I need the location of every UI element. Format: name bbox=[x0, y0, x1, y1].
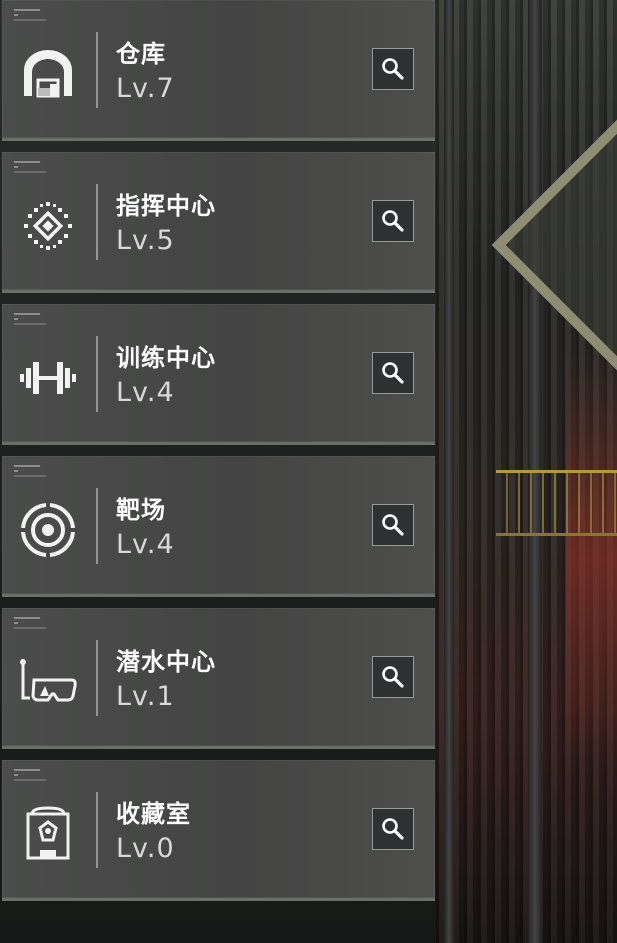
facility-card-command-center[interactable]: 指挥中心 Lv.5 bbox=[2, 152, 435, 293]
facility-card-diving-center[interactable]: 潜水中心 Lv.1 bbox=[2, 608, 435, 749]
dumbbell-icon bbox=[18, 348, 78, 408]
target-icon bbox=[18, 500, 78, 560]
facility-name: 靶场 bbox=[116, 496, 166, 524]
facility-card-collection-room[interactable]: 收藏室 Lv.0 bbox=[2, 760, 435, 901]
scene-platform bbox=[496, 470, 617, 536]
card-divider bbox=[96, 792, 98, 868]
magnifier-icon bbox=[382, 666, 404, 688]
facility-name: 指挥中心 bbox=[116, 192, 216, 220]
magnifier-icon bbox=[382, 362, 404, 384]
card-divider bbox=[96, 32, 98, 108]
facility-level: Lv.1 bbox=[116, 681, 175, 712]
inspect-button[interactable] bbox=[372, 200, 414, 242]
inspect-button[interactable] bbox=[372, 352, 414, 394]
background-scene bbox=[436, 0, 617, 943]
card-tag bbox=[14, 9, 54, 23]
facility-name: 收藏室 bbox=[116, 800, 191, 828]
card-divider bbox=[96, 184, 98, 260]
magnifier-icon bbox=[382, 210, 404, 232]
card-divider bbox=[96, 640, 98, 716]
magnifier-icon bbox=[382, 818, 404, 840]
card-tag bbox=[14, 617, 54, 631]
scene-glow bbox=[566, 350, 617, 770]
warehouse-icon bbox=[18, 44, 78, 104]
diving-mask-icon bbox=[18, 652, 78, 712]
inspect-button[interactable] bbox=[372, 656, 414, 698]
facility-name: 潜水中心 bbox=[116, 648, 216, 676]
card-tag bbox=[14, 465, 54, 479]
magnifier-icon bbox=[382, 58, 404, 80]
card-tag bbox=[14, 313, 54, 327]
facility-card-shooting-range[interactable]: 靶场 Lv.4 bbox=[2, 456, 435, 597]
facility-level: Lv.4 bbox=[116, 529, 175, 560]
facility-name: 仓库 bbox=[116, 40, 166, 68]
card-divider bbox=[96, 336, 98, 412]
scene-pillar bbox=[444, 0, 454, 943]
card-divider bbox=[96, 488, 98, 564]
inspect-button[interactable] bbox=[372, 808, 414, 850]
magnifier-icon bbox=[382, 514, 404, 536]
command-center-icon bbox=[18, 196, 78, 256]
scene-frame bbox=[491, 110, 617, 380]
facility-level: Lv.0 bbox=[116, 833, 175, 864]
facility-name: 训练中心 bbox=[116, 344, 216, 372]
inspect-button[interactable] bbox=[372, 48, 414, 90]
card-tag bbox=[14, 769, 54, 783]
facility-card-training-center[interactable]: 训练中心 Lv.4 bbox=[2, 304, 435, 445]
facility-level: Lv.7 bbox=[116, 73, 175, 104]
display-case-icon bbox=[18, 804, 78, 864]
facility-level: Lv.5 bbox=[116, 225, 175, 256]
facility-level: Lv.4 bbox=[116, 377, 175, 408]
inspect-button[interactable] bbox=[372, 504, 414, 546]
card-tag bbox=[14, 161, 54, 175]
facility-card-warehouse[interactable]: 仓库 Lv.7 bbox=[2, 0, 435, 141]
